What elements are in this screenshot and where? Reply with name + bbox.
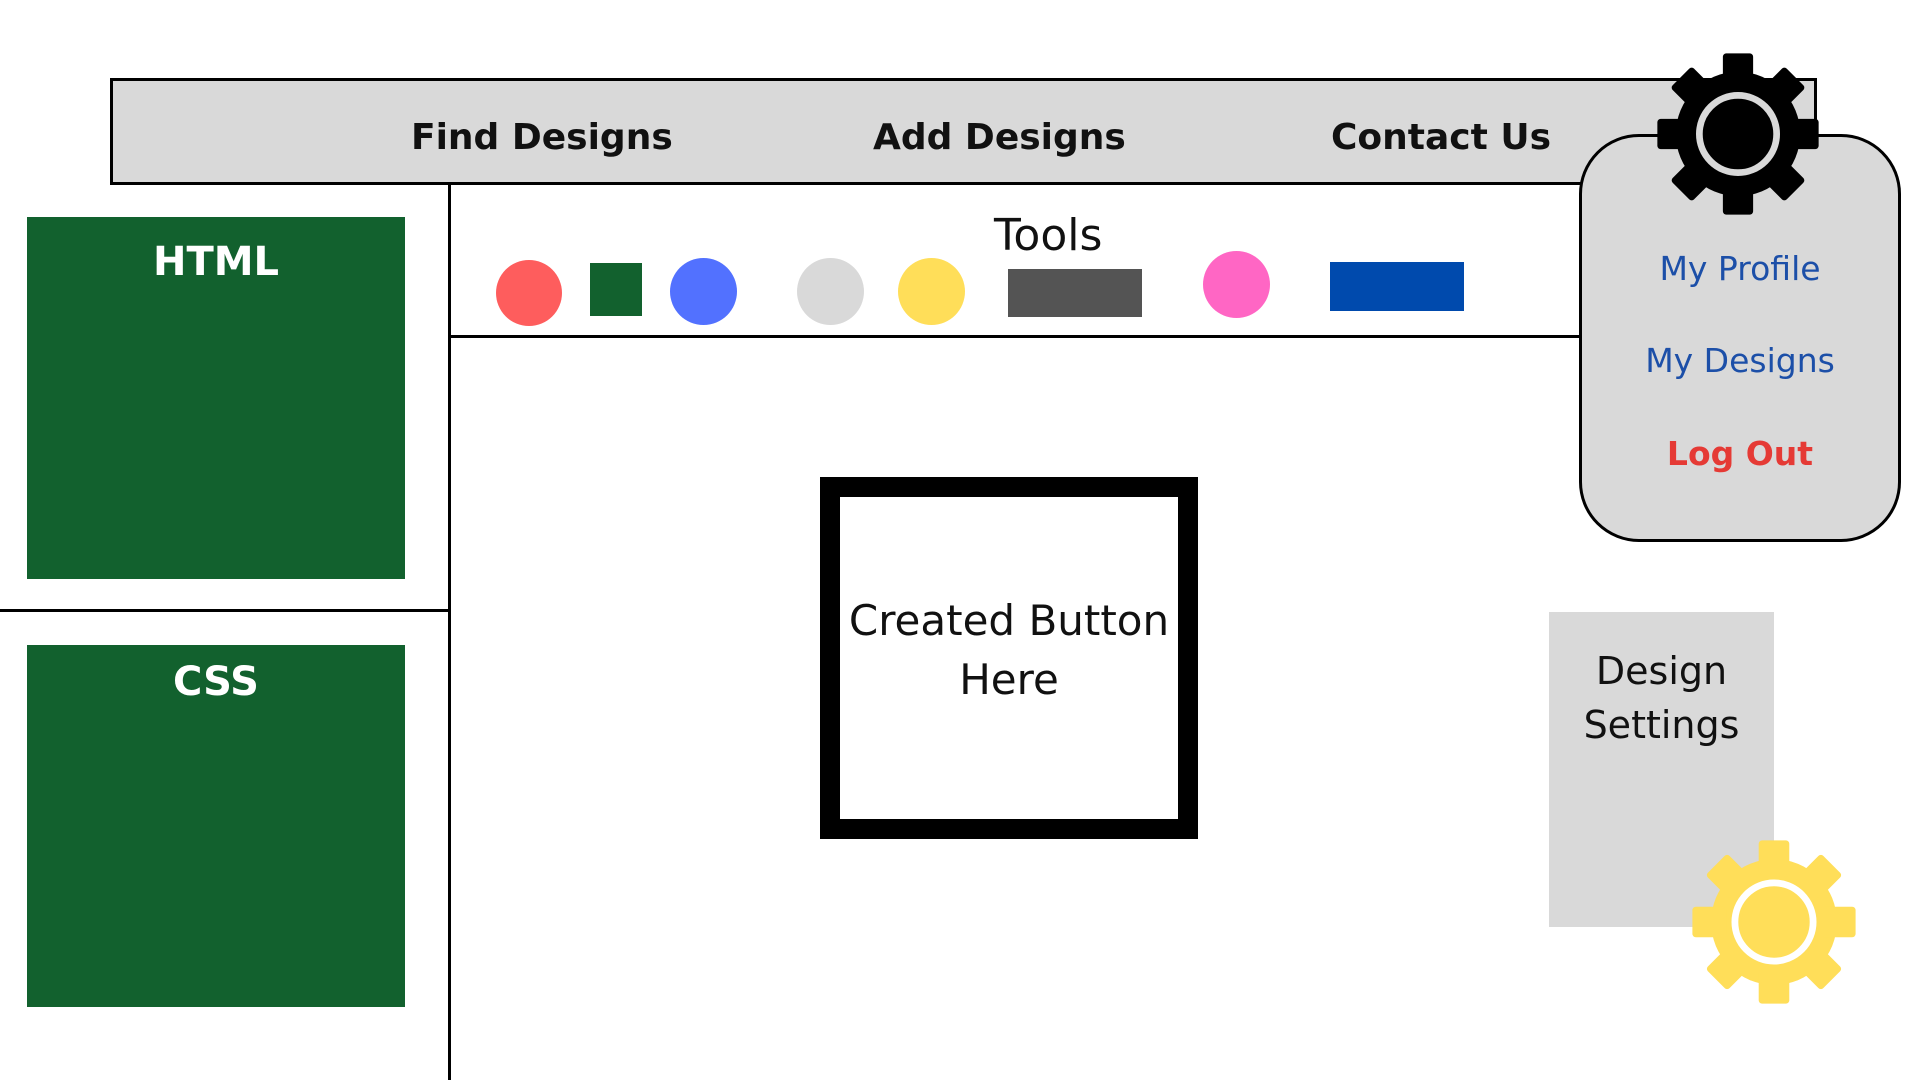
design-settings-label: Design Settings bbox=[1583, 649, 1740, 747]
tool-blue-circle[interactable] bbox=[670, 258, 737, 325]
tool-pink-circle[interactable] bbox=[1203, 251, 1270, 318]
nav-contact-us[interactable]: Contact Us bbox=[1331, 117, 1551, 158]
tool-green-square[interactable] bbox=[590, 263, 642, 316]
menu-item-my-profile[interactable]: My Profile bbox=[1582, 249, 1898, 288]
created-button-preview[interactable]: Created Button Here bbox=[820, 477, 1198, 839]
sidebar-divider-vertical bbox=[448, 185, 451, 1080]
top-navbar: Find Designs Add Designs Contact Us bbox=[110, 78, 1817, 185]
css-panel-title: CSS bbox=[173, 659, 259, 705]
nav-add-designs[interactable]: Add Designs bbox=[873, 117, 1126, 158]
tool-gray-circle[interactable] bbox=[797, 258, 864, 325]
tool-blue-rectangle[interactable] bbox=[1330, 262, 1464, 311]
tools-divider bbox=[448, 335, 1583, 338]
sidebar-divider-horizontal bbox=[0, 609, 451, 612]
tool-red-circle[interactable] bbox=[496, 260, 562, 326]
nav-find-designs[interactable]: Find Designs bbox=[411, 117, 673, 158]
html-panel[interactable]: HTML bbox=[27, 217, 405, 579]
css-panel[interactable]: CSS bbox=[27, 645, 405, 1007]
gear-icon[interactable] bbox=[1654, 50, 1822, 218]
menu-item-log-out[interactable]: Log Out bbox=[1582, 434, 1898, 473]
tool-yellow-circle[interactable] bbox=[898, 258, 965, 325]
tools-label: Tools bbox=[994, 210, 1103, 261]
menu-item-my-designs[interactable]: My Designs bbox=[1582, 341, 1898, 380]
design-editor-canvas: Find Designs Add Designs Contact Us My P… bbox=[0, 0, 1920, 1080]
html-panel-title: HTML bbox=[152, 239, 280, 285]
created-button-label: Created Button Here bbox=[848, 596, 1170, 704]
gear-icon[interactable] bbox=[1689, 837, 1859, 1007]
tool-dark-gray-rectangle[interactable] bbox=[1008, 269, 1142, 317]
